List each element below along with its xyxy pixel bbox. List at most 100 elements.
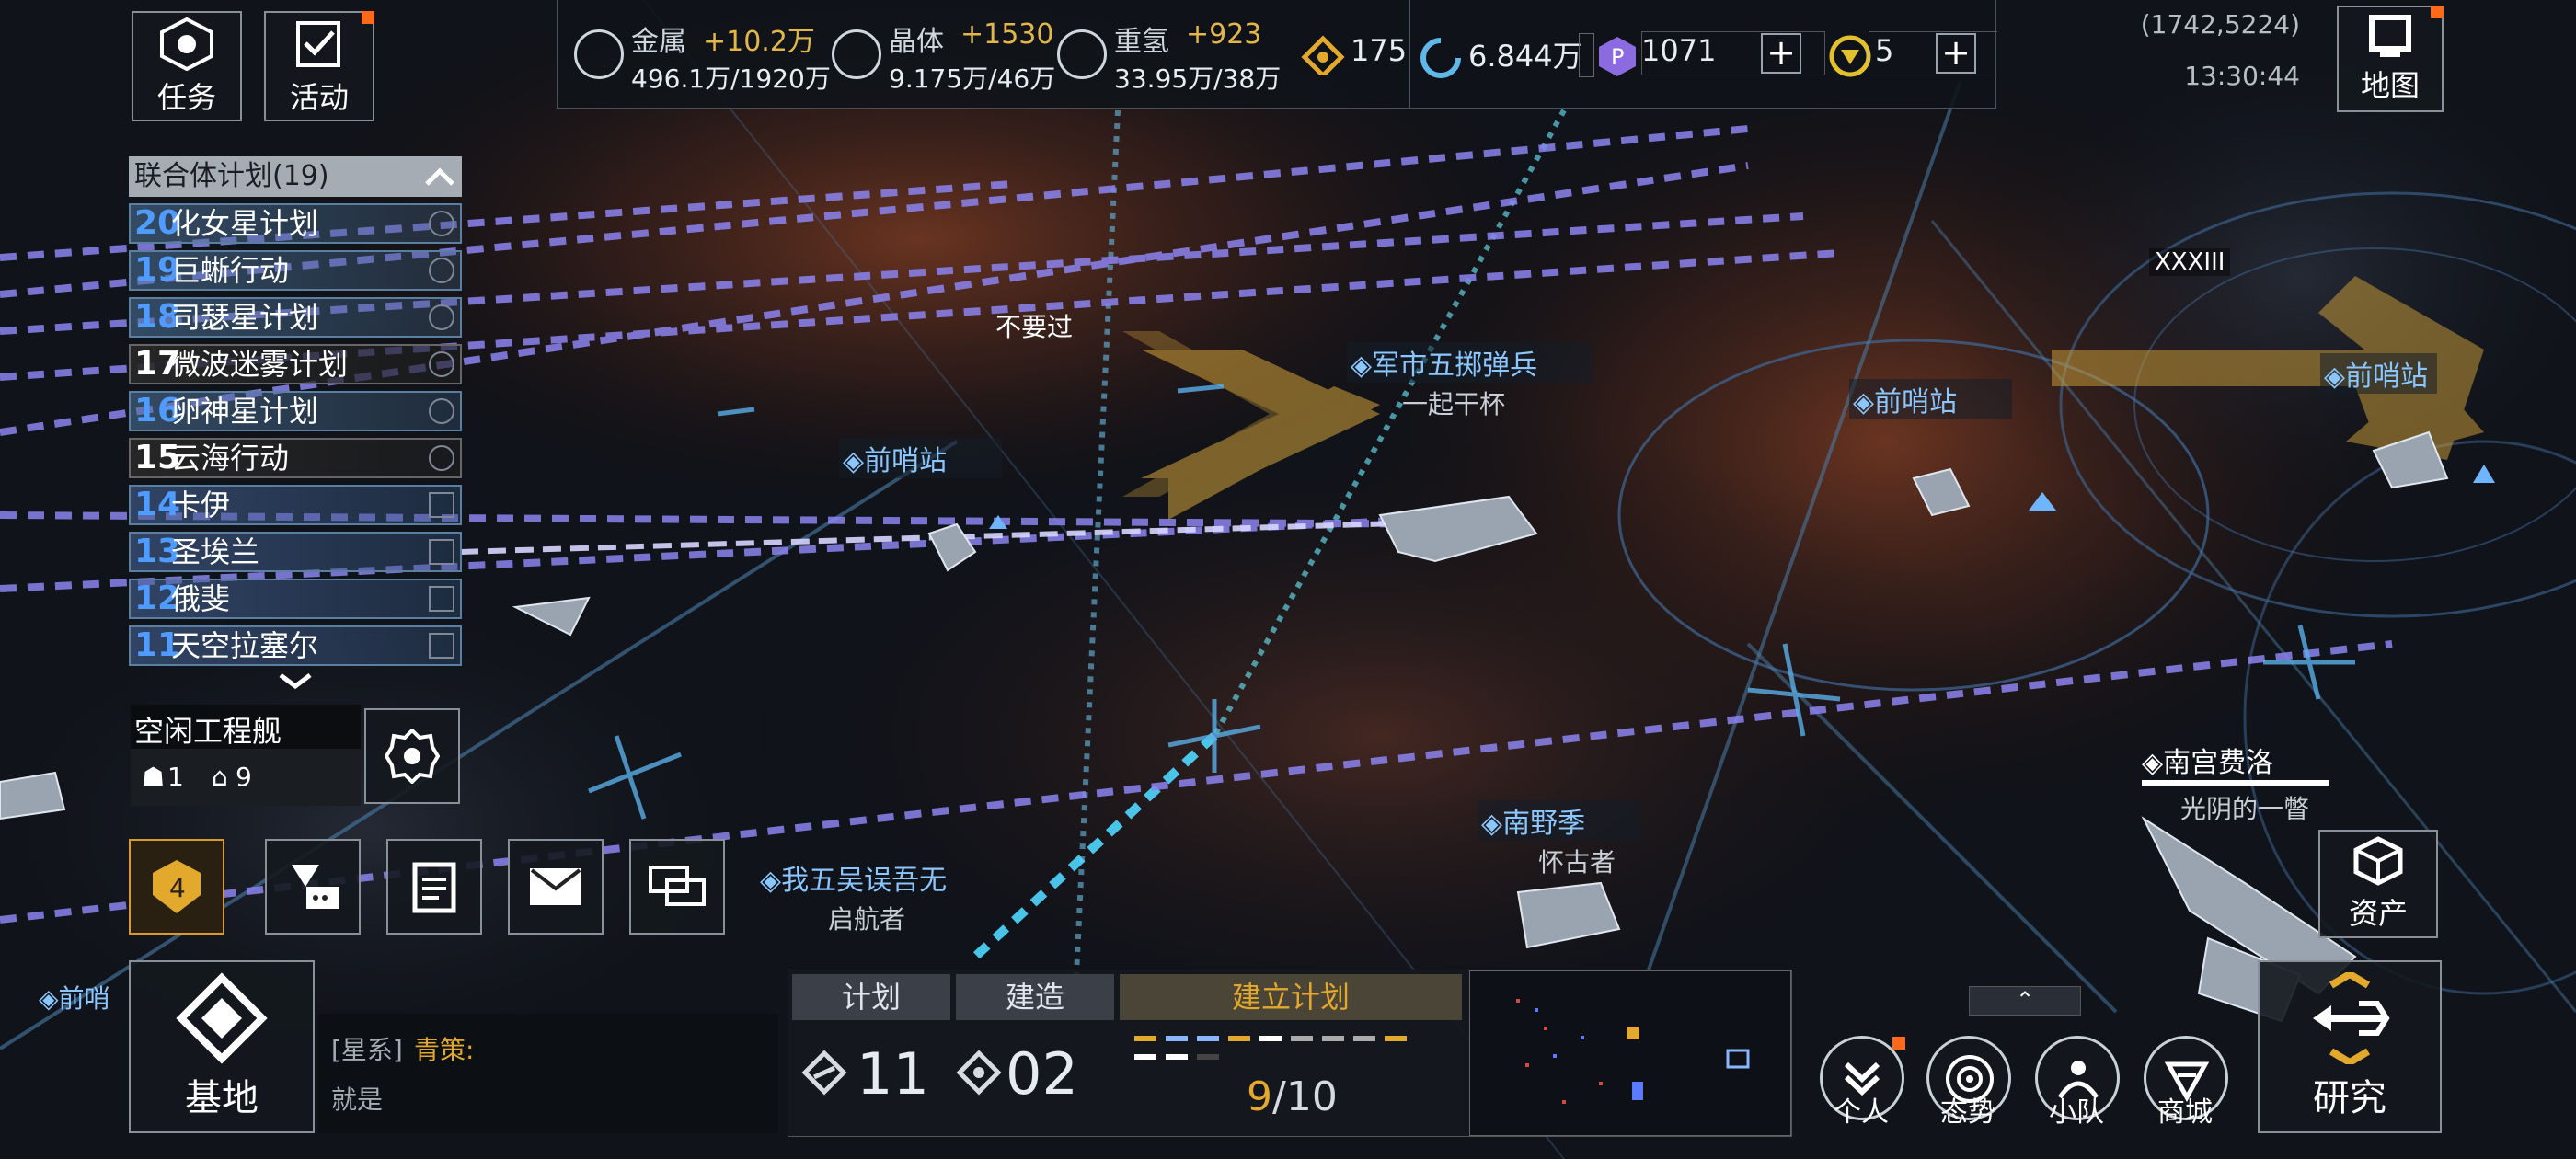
plan-status-icon — [429, 539, 454, 565]
tab-establish-plan[interactable]: 建立计划 — [1120, 974, 1462, 1020]
player-label[interactable]: ◈我五吴误吾无 — [760, 857, 947, 898]
sector-marker[interactable]: XXXIII — [2149, 248, 2231, 276]
outpost-name: 前哨站 — [1874, 386, 1958, 419]
refresh-token-icon — [1420, 38, 1461, 78]
plan-item[interactable]: 14 卡伊 — [129, 485, 462, 525]
base-label: 基地 — [185, 1077, 259, 1119]
plan-list-title: 联合体计划(19) — [134, 160, 329, 192]
task-label: 任务 — [156, 80, 216, 115]
notification-dot — [2431, 6, 2444, 18]
assets-label: 资产 — [2348, 896, 2408, 931]
player-title: 光阴的一瞥 — [2180, 794, 2310, 824]
plan-name: 卡伊 — [171, 488, 231, 522]
plan-name: 巨蜥行动 — [171, 253, 290, 288]
assets-button[interactable]: 资产 — [2318, 830, 2438, 938]
chevron-up-icon: ⌃ — [2015, 987, 2035, 1013]
idle-engineer-panel[interactable]: 空闲工程舰 ☗ 1 ⌂ 9 — [131, 705, 361, 806]
map-label: 地图 — [2360, 68, 2420, 103]
mail-icon — [530, 868, 581, 905]
plan-item[interactable]: 11 天空拉塞尔 — [129, 625, 462, 666]
resource-name: 重氢 — [1114, 26, 1169, 58]
chat-bubbles-icon — [649, 866, 706, 906]
premium-token-icon: P — [1599, 37, 1636, 76]
player-name: 军市五掷弹兵 — [1372, 350, 1538, 382]
build-count[interactable]: 02 — [1006, 1040, 1078, 1107]
mail-button[interactable] — [508, 839, 604, 935]
chat-panel[interactable]: [星系] 青策: 就是 — [318, 1014, 778, 1133]
tab-build[interactable]: 建造 — [956, 974, 1114, 1020]
transfer-button[interactable] — [265, 839, 361, 935]
level-button[interactable]: 4 — [129, 839, 224, 935]
chat-user: 青策: — [414, 1035, 475, 1065]
drone-icon: ⌂ — [212, 762, 228, 792]
plan-item[interactable]: 20 化女星计划 — [129, 203, 462, 244]
minimap[interactable] — [1469, 970, 1791, 1136]
activity-button[interactable]: 活动 — [264, 11, 374, 121]
divider — [1409, 0, 1410, 109]
plan-name: 卵神星计划 — [171, 394, 319, 429]
outpost-label[interactable]: ◈前哨站 — [1849, 379, 2013, 419]
add-gold-button[interactable]: + — [1936, 33, 1976, 74]
resource-delta: +10.2万 — [703, 26, 815, 58]
base-icon — [176, 972, 268, 1064]
resource-metal[interactable]: 金属 +10.2万 496.1万/1920万 — [567, 13, 834, 96]
plan-list: 联合体计划(19) 20 化女星计划 19 巨蜥行动 18 司瑟星计划 17 微波迷雾计… — [129, 156, 462, 690]
cube-icon — [2353, 836, 2403, 886]
transfer-icon — [292, 865, 339, 909]
map-icon — [2369, 15, 2411, 57]
outpost-label[interactable]: ◈前哨站 — [839, 438, 1003, 478]
shop-label: 商城 — [2157, 1096, 2213, 1129]
chat-message: 就是 — [331, 1084, 384, 1115]
outpost-label[interactable]: ◈前哨 — [39, 979, 110, 1016]
tab-plan[interactable]: 计划 — [792, 974, 950, 1020]
research-button[interactable]: 研究 — [2258, 960, 2442, 1133]
level-badge: 4 — [169, 873, 186, 903]
chevron-down-icon[interactable] — [277, 671, 314, 690]
plan-list-header[interactable]: 联合体计划(19) — [129, 156, 462, 197]
notes-button[interactable] — [386, 839, 482, 935]
add-premium-button[interactable]: + — [1761, 33, 1801, 74]
plan-name: 云海行动 — [171, 441, 290, 476]
plan-item[interactable]: 13 圣埃兰 — [129, 532, 462, 572]
resource-amount: 33.95万/38万 — [1114, 63, 1282, 94]
task-button[interactable]: 任务 — [132, 11, 242, 121]
map-button[interactable]: 地图 — [2337, 6, 2444, 112]
establish-current: 9 — [1247, 1073, 1272, 1120]
player-label[interactable]: ◈军市五掷弹兵 — [1347, 342, 1593, 383]
resource-crystal[interactable]: 晶体 +1530 9.175万/46万 — [824, 13, 1055, 96]
player-name: 南野季 — [1502, 808, 1586, 840]
task-icon — [160, 17, 213, 71]
plan-item[interactable]: 17 微波迷雾计划 — [129, 344, 462, 384]
plan-count[interactable]: 11 — [857, 1040, 929, 1107]
base-button[interactable]: 基地 — [129, 960, 315, 1133]
chat-button[interactable] — [629, 839, 725, 935]
outpost-label[interactable]: ◈前哨站 — [2320, 353, 2438, 394]
map-marker-text[interactable]: 不要过 — [995, 307, 1073, 344]
idle-engineer-title: 空闲工程舰 — [134, 714, 282, 749]
plan-status-icon — [429, 258, 454, 283]
establish-total: /10 — [1272, 1073, 1338, 1120]
plan-item[interactable]: 15 云海行动 — [129, 438, 462, 478]
currency-2: 6.844万 — [1468, 39, 1582, 74]
player-label[interactable]: ◈南野季 — [1478, 800, 1641, 841]
game-scene[interactable]: 任务 活动 金属 +10.2万 496.1万/1920万 晶体 +1530 9.… — [0, 0, 2576, 1159]
research-icon — [2313, 972, 2390, 1064]
plan-name: 天空拉塞尔 — [171, 628, 319, 663]
expand-toggle[interactable]: ⌃ — [1969, 986, 2081, 1016]
resource-deuterium[interactable]: 重氢 +923 33.95万/38万 — [1050, 13, 1282, 96]
player-name: 我五吴误吾无 — [781, 865, 948, 897]
plan-item[interactable]: 18 司瑟星计划 — [129, 297, 462, 338]
engineer-settings-button[interactable] — [364, 708, 460, 804]
plan-status-icon — [429, 351, 454, 377]
idle-count-a: 1 — [167, 762, 184, 792]
notification-dot — [362, 11, 374, 24]
plan-item[interactable]: 19 巨蜥行动 — [129, 250, 462, 291]
player-name: 南宫费洛 — [2163, 747, 2274, 779]
resource-name: 晶体 — [889, 26, 944, 58]
player-title: 怀古者 — [1538, 847, 1616, 878]
plan-item[interactable]: 12 俄斐 — [129, 579, 462, 619]
player-label[interactable]: ◈南宫费洛 — [2142, 740, 2329, 786]
plan-item[interactable]: 16 卵神星计划 — [129, 391, 462, 431]
chevron-up-icon[interactable] — [423, 166, 456, 188]
plan-status-icon — [429, 492, 454, 518]
